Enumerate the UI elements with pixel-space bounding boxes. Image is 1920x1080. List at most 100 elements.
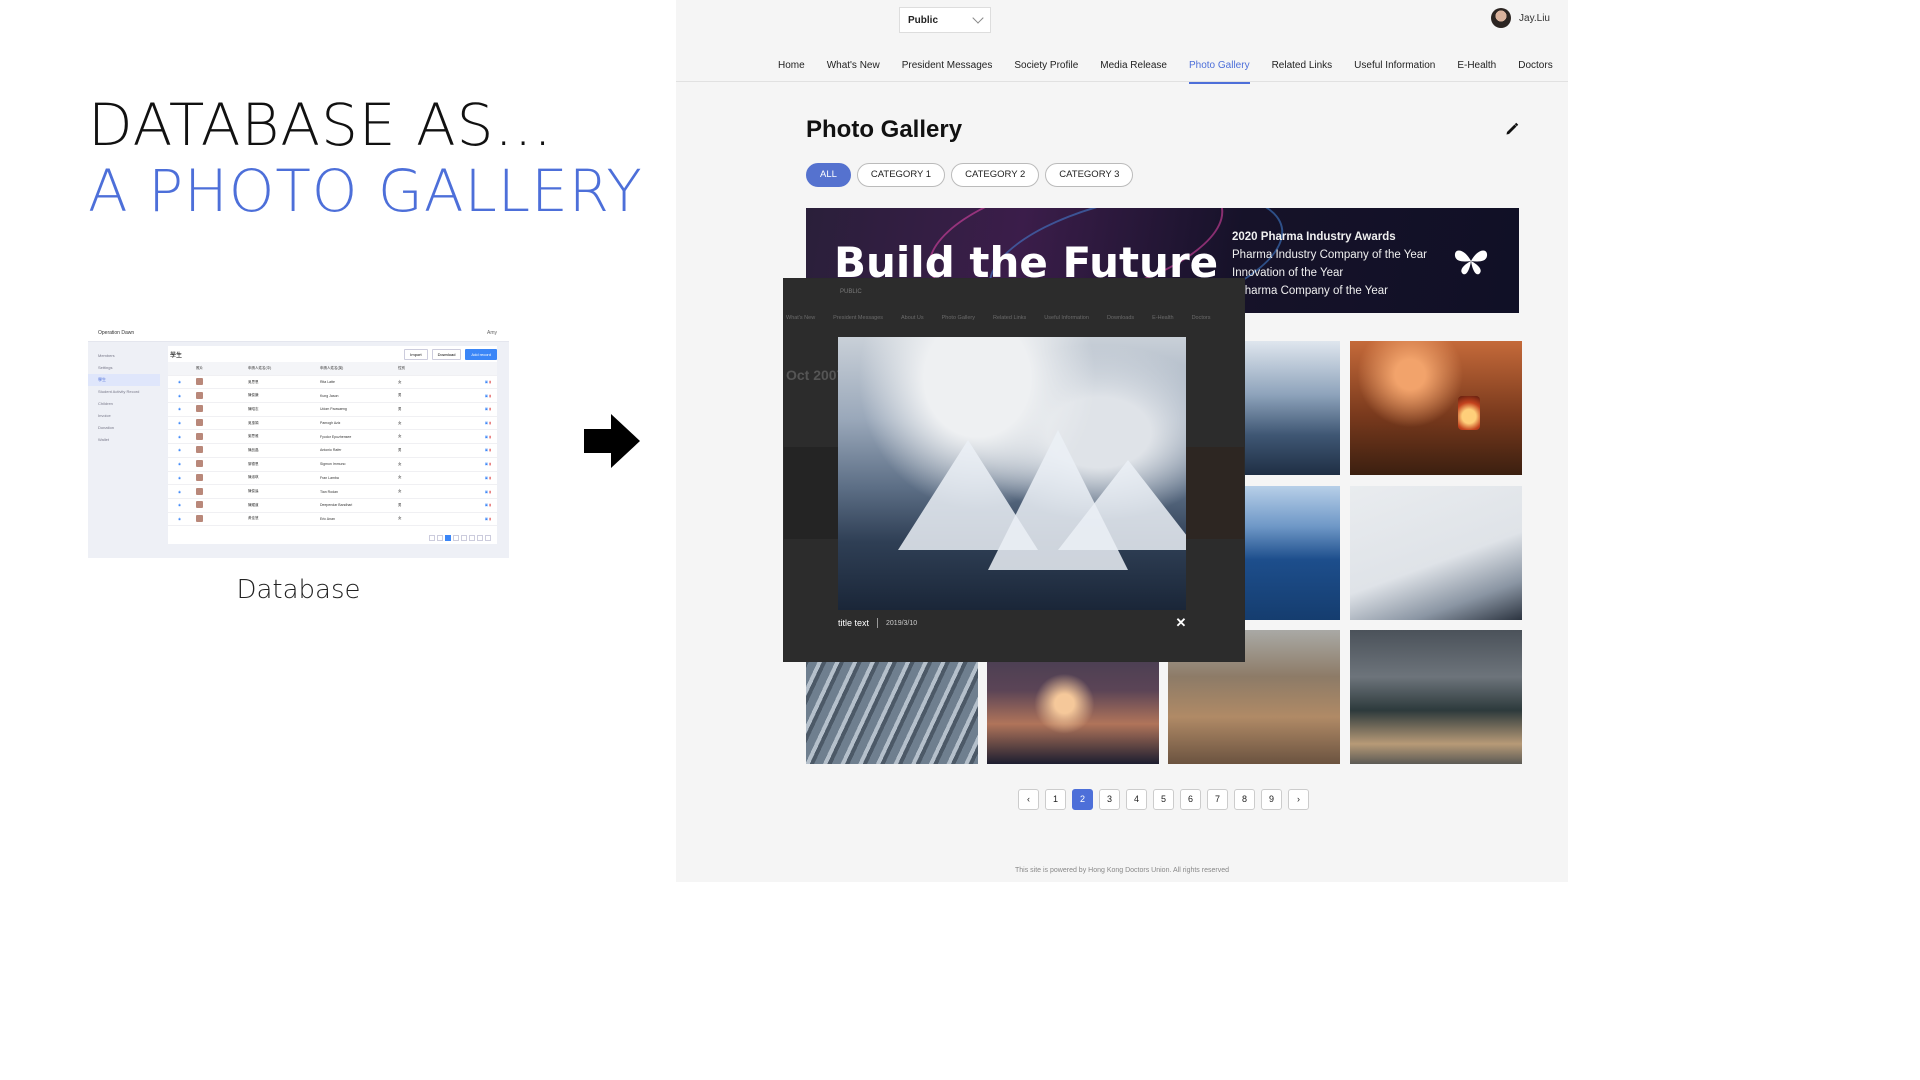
nav-item-doctors[interactable]: Doctors (1518, 60, 1552, 84)
db-sidebar-item: Wallet (98, 437, 109, 442)
ghost-public-label: PUBLIC (840, 289, 862, 295)
db-add-button: Add record (465, 348, 497, 360)
db-col: 申請人姓名(英) (320, 365, 344, 370)
gallery-photo-snow-slope[interactable] (1350, 486, 1522, 620)
db-table-row: ◉ 吳思恩 Rita Latte 女 ▣ ▮ (168, 376, 497, 390)
db-cell: 陳昭志 (248, 406, 259, 411)
edit-icon: ▣ ▮ (484, 393, 491, 398)
nav-item-e-health[interactable]: E-Health (1457, 60, 1496, 84)
db-cell: Pamogh Aziz (320, 421, 341, 426)
nav-item-president-messages[interactable]: President Messages (902, 60, 993, 84)
db-cell: 女 (398, 461, 402, 466)
db-cell: 女 (398, 475, 402, 480)
pagination-page[interactable]: 6 (1180, 789, 1201, 810)
db-cell: 男 (398, 406, 402, 411)
pagination-page[interactable]: 1 (1045, 789, 1066, 810)
db-photo (196, 446, 203, 454)
view-icon: ◉ (178, 407, 182, 412)
banner-award: Innovation of the Year (1232, 267, 1344, 279)
photo-lightbox: PUBLIC What's New President Messages Abo… (784, 279, 1244, 661)
db-cell: Antonio Rafer (320, 448, 342, 453)
close-icon[interactable]: ✕ (1174, 616, 1188, 630)
pagination-next[interactable]: › (1288, 789, 1309, 810)
pagination-page[interactable]: 7 (1207, 789, 1228, 810)
db-cell: 陳俊遙 (248, 489, 259, 494)
nav-item-whats-new[interactable]: What's New (827, 60, 880, 84)
nav-item-media-release[interactable]: Media Release (1100, 60, 1167, 84)
pagination-page[interactable]: 3 (1099, 789, 1120, 810)
page-title: Photo Gallery (806, 116, 963, 143)
nav-item-photo-gallery[interactable]: Photo Gallery (1188, 60, 1250, 84)
pencil-icon[interactable] (1505, 122, 1519, 136)
nav-item-home[interactable]: Home (778, 60, 805, 84)
db-photo (196, 487, 203, 495)
nav-item-related-links[interactable]: Related Links (1272, 60, 1333, 84)
banner-award: opharma Company of the Year (1232, 285, 1388, 297)
slide-title-line2: A PHOTO GALLERY (88, 157, 643, 225)
category-1[interactable]: CATEGORY 1 (856, 163, 946, 187)
chevron-down-icon (972, 12, 984, 24)
ghost-nav-item: President Messages (833, 315, 884, 321)
db-pagination (429, 535, 491, 541)
db-sidebar-item: Student Activity Record (98, 389, 140, 394)
db-sidebar-item: Settings (98, 365, 113, 370)
category-all[interactable]: ALL (806, 163, 851, 187)
nav-item-useful-information[interactable]: Useful Information (1354, 60, 1435, 84)
ghost-heading: Oct 2007 (786, 367, 845, 383)
db-topbar: Operation Dawn Amy (88, 324, 509, 342)
db-cell: 謝思雅 (248, 434, 259, 439)
pagination-page[interactable]: 4 (1126, 789, 1147, 810)
db-sidebar-item: Children (98, 401, 113, 406)
db-photo (196, 405, 203, 413)
user-menu[interactable]: Jay.Liu (1491, 8, 1550, 28)
view-icon: ◉ (178, 489, 182, 494)
pagination-page[interactable]: 9 (1261, 789, 1282, 810)
db-page-title: 學生 (170, 352, 183, 359)
db-cell: 吳惠娟 (248, 420, 259, 425)
ghost-nav-item: About Us (901, 315, 924, 321)
ghost-nav: What's New President Messages About Us P… (786, 315, 1211, 321)
nav-item-society-profile[interactable]: Society Profile (1014, 60, 1078, 84)
db-photo (196, 460, 203, 468)
db-sidebar: Members Settings 學生 Student Activity Rec… (88, 342, 160, 558)
db-cell: 黃佳慧 (248, 516, 259, 521)
visibility-select[interactable]: Public (899, 7, 991, 33)
slide-title-line1: DATABASE AS... (88, 91, 553, 159)
pagination-prev[interactable]: ‹ (1018, 789, 1039, 810)
db-header: 學生 Import Download Add record (168, 346, 497, 362)
db-cell: 男 (398, 447, 402, 452)
db-cell: 男 (398, 393, 402, 398)
edit-icon: ▣ ▮ (484, 434, 491, 439)
lightbox-date: 2019/3/10 (886, 619, 918, 627)
visibility-select-value: Public (908, 15, 939, 26)
db-photo (196, 378, 203, 386)
db-photo (196, 432, 203, 440)
edit-icon: ▣ ▮ (484, 380, 491, 385)
db-cell: 女 (398, 516, 402, 521)
edit-icon: ▣ ▮ (484, 503, 491, 508)
db-download-button: Download (431, 348, 462, 360)
butterfly-logo-icon (1454, 250, 1488, 275)
pagination: ‹ 1 2 3 4 5 6 7 8 9 › (1018, 789, 1309, 810)
db-table-row: ◉ 謝思雅 Fyodor Epuzhensee 女 ▣ ▮ (168, 430, 497, 445)
ghost-nav-item: Doctors (1191, 315, 1211, 321)
pagination-page[interactable]: 2 (1072, 789, 1093, 810)
edit-icon: ▣ ▮ (484, 448, 491, 453)
pagination-page[interactable]: 8 (1234, 789, 1255, 810)
gallery-photo-lantern-field[interactable] (1350, 341, 1522, 475)
db-cell: 黎德恩 (248, 461, 259, 466)
gallery-photo-coast[interactable] (1350, 630, 1522, 764)
category-filter: ALL CATEGORY 1 CATEGORY 2 CATEGORY 3 (806, 163, 1134, 187)
lightbox-caption: title text 2019/3/10 (838, 618, 917, 628)
db-table-row: ◉ 吳惠娟 Pamogh Aziz 女 ▣ ▮ (168, 417, 497, 431)
db-table-row: ◉ 黎德恩 Sigmon Immuno 女 ▣ ▮ (168, 458, 497, 472)
db-table-row: ◉ 陳耀道 Deependar Bandhari 男 ▣ ▮ (168, 499, 497, 513)
category-3[interactable]: CATEGORY 3 (1045, 163, 1134, 187)
view-icon: ◉ (178, 503, 182, 508)
pagination-page[interactable]: 5 (1153, 789, 1174, 810)
category-2[interactable]: CATEGORY 2 (951, 163, 1040, 187)
db-cell: 女 (398, 489, 402, 494)
ghost-nav-item: What's New (786, 315, 816, 321)
avatar (1491, 8, 1512, 28)
ghost-nav-item: E-Health (1152, 315, 1174, 321)
